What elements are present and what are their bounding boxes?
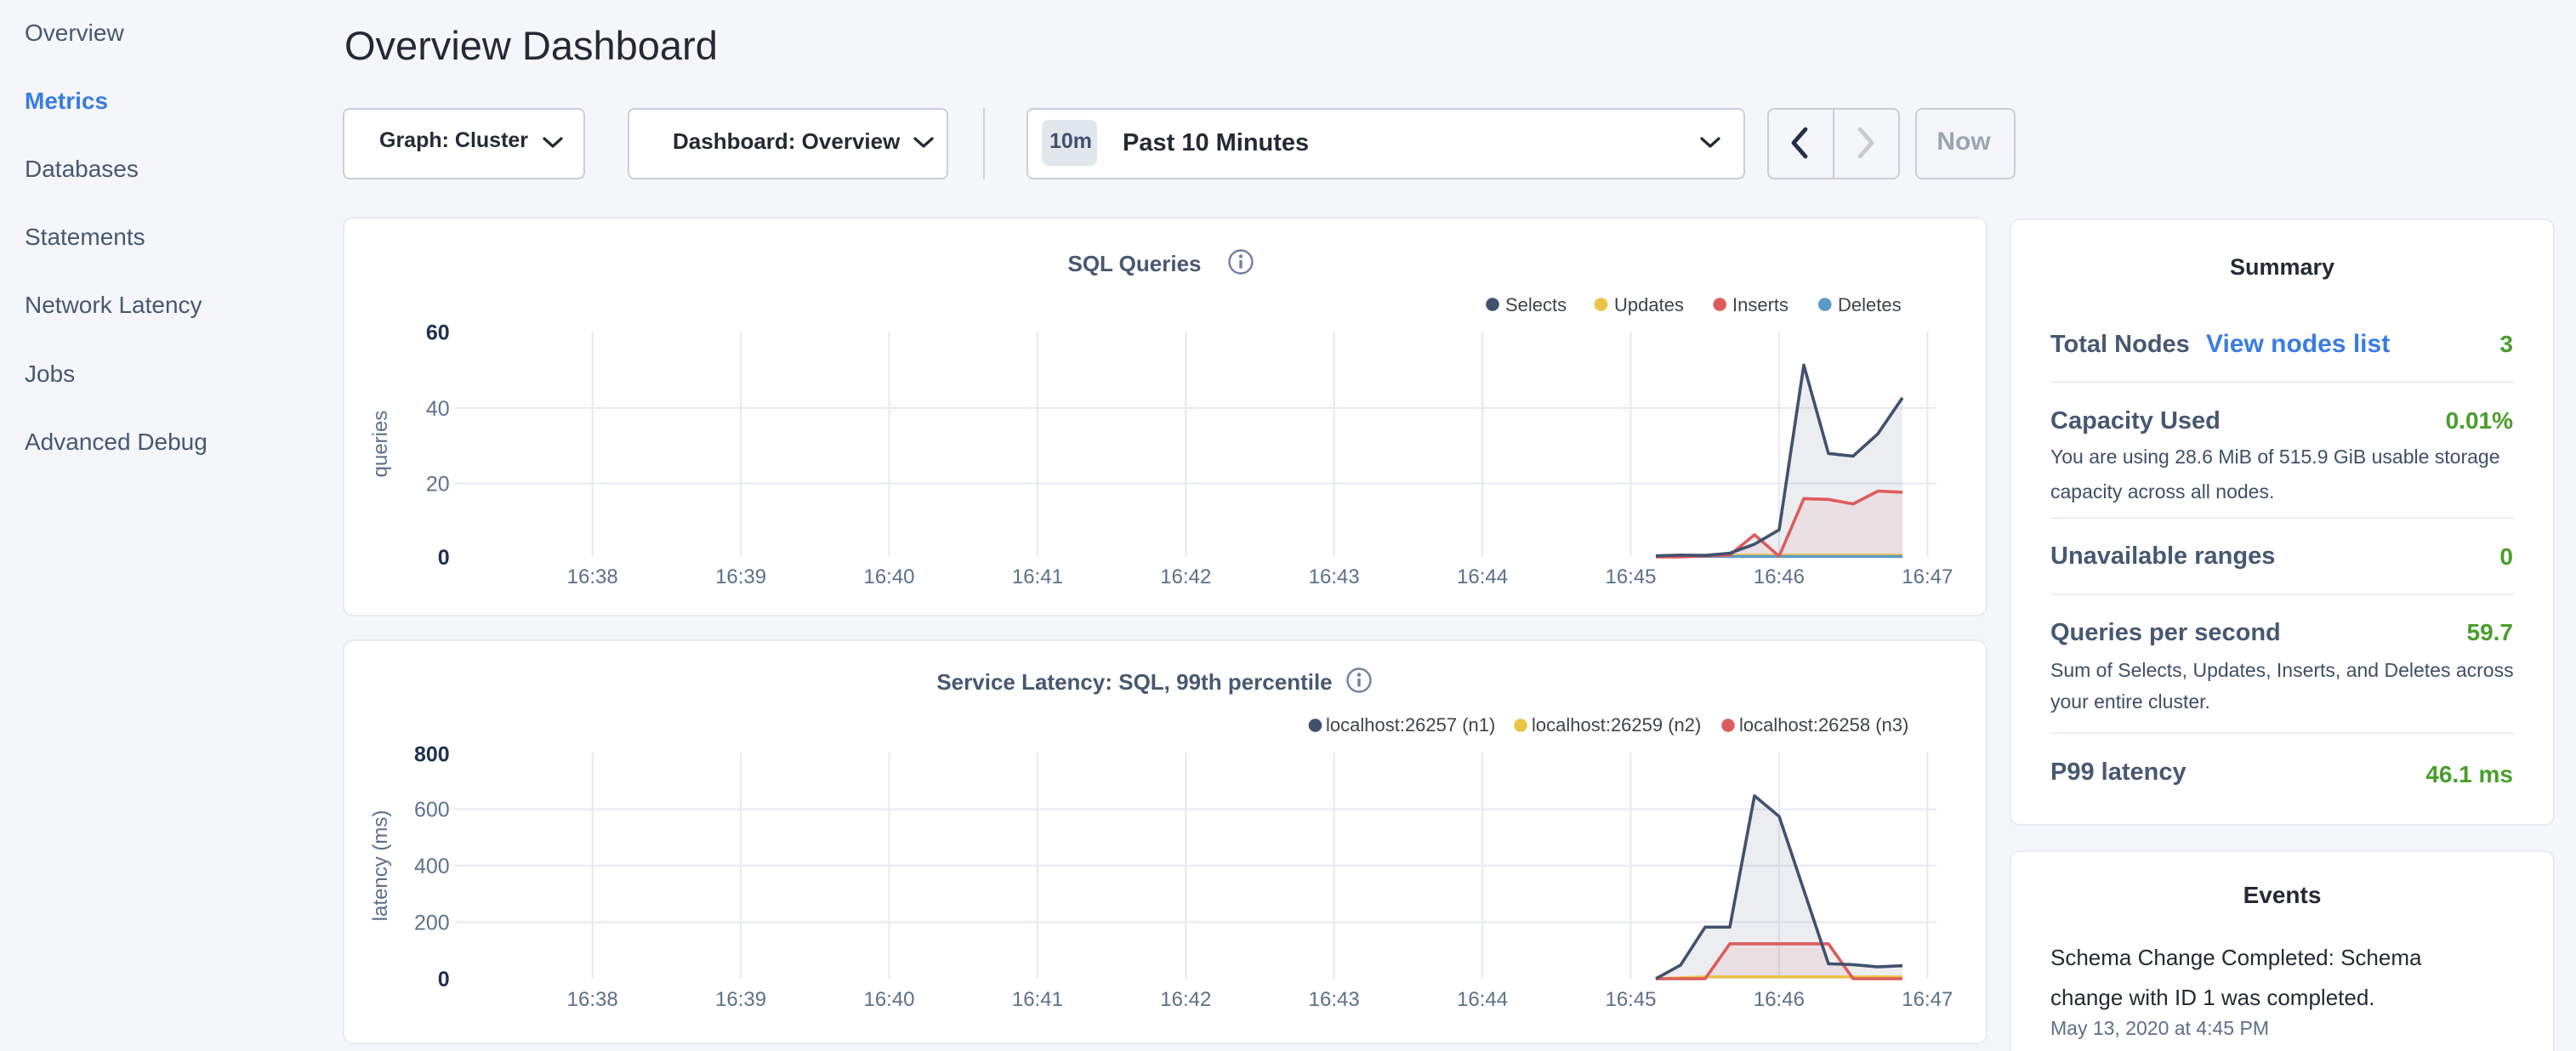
svg-text:16:40: 16:40 [863, 565, 914, 588]
svg-text:16:45: 16:45 [1605, 565, 1656, 588]
svg-text:600: 600 [414, 798, 450, 822]
svg-text:800: 800 [414, 742, 450, 766]
svg-text:400: 400 [414, 855, 450, 878]
svg-text:16:39: 16:39 [715, 565, 766, 588]
svg-text:Service Latency: SQL, 99th per: Service Latency: SQL, 99th percentile [936, 669, 1332, 695]
svg-text:localhost:26257 (n1): localhost:26257 (n1) [1326, 714, 1495, 736]
svg-text:16:40: 16:40 [863, 988, 914, 1011]
svg-text:16:44: 16:44 [1457, 988, 1508, 1011]
svg-text:16:42: 16:42 [1160, 988, 1211, 1011]
svg-text:200: 200 [414, 912, 450, 935]
svg-text:60: 60 [426, 321, 450, 345]
svg-text:16:43: 16:43 [1309, 988, 1360, 1011]
svg-text:latency (ms): latency (ms) [369, 810, 392, 922]
svg-text:localhost:26259 (n2): localhost:26259 (n2) [1532, 714, 1701, 736]
svg-text:16:47: 16:47 [1902, 565, 1953, 588]
svg-text:Selects: Selects [1505, 294, 1567, 315]
svg-text:16:41: 16:41 [1012, 565, 1063, 588]
svg-text:localhost:26258 (n3): localhost:26258 (n3) [1739, 714, 1908, 736]
svg-text:queries: queries [369, 411, 392, 478]
svg-text:16:38: 16:38 [567, 988, 618, 1011]
svg-text:40: 40 [426, 397, 450, 421]
svg-text:16:39: 16:39 [715, 988, 766, 1011]
svg-text:0: 0 [438, 546, 450, 570]
svg-text:Inserts: Inserts [1732, 294, 1788, 315]
svg-text:0: 0 [438, 968, 450, 991]
svg-text:16:45: 16:45 [1605, 988, 1656, 1011]
svg-text:Updates: Updates [1614, 294, 1684, 315]
svg-text:16:47: 16:47 [1902, 988, 1953, 1011]
svg-text:Deletes: Deletes [1838, 294, 1902, 315]
svg-text:16:46: 16:46 [1754, 565, 1805, 588]
svg-text:16:43: 16:43 [1309, 565, 1360, 588]
svg-text:SQL Queries: SQL Queries [1067, 251, 1201, 276]
svg-text:16:41: 16:41 [1012, 988, 1063, 1011]
svg-text:16:38: 16:38 [567, 565, 618, 588]
svg-text:20: 20 [426, 473, 450, 497]
svg-text:16:42: 16:42 [1160, 565, 1211, 588]
svg-text:16:46: 16:46 [1754, 988, 1805, 1011]
svg-text:16:44: 16:44 [1457, 565, 1508, 588]
